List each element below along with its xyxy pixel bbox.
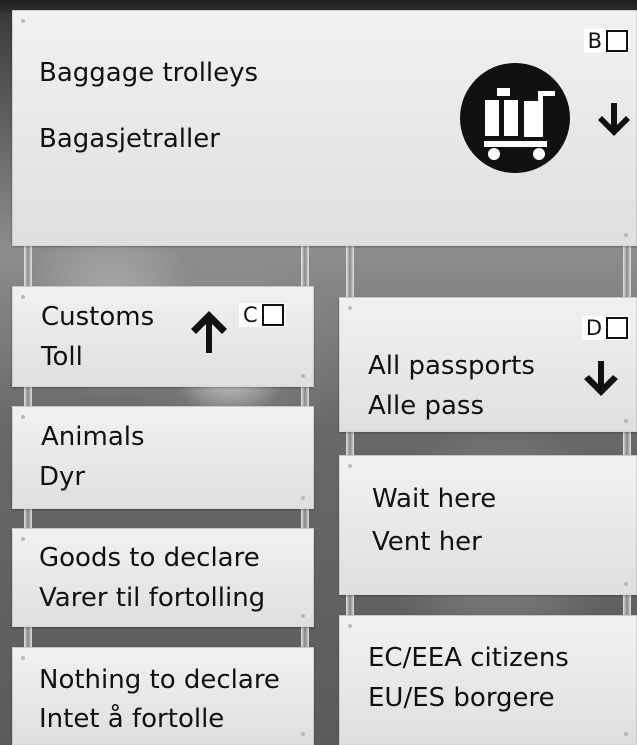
option-b-box[interactable] bbox=[606, 30, 628, 52]
customs-english-label: Customs bbox=[41, 302, 155, 332]
wait-here-english-label: Wait here bbox=[372, 484, 497, 514]
nothing-to-declare-english-label: Nothing to declare bbox=[39, 665, 280, 695]
eea-citizens-norwegian-label: EU/ES borgere bbox=[368, 683, 555, 713]
animals-sign: Animals Dyr bbox=[12, 406, 314, 509]
baggage-trolleys-english-label: Baggage trolleys bbox=[39, 58, 259, 88]
arrow-up-icon bbox=[191, 311, 227, 353]
animals-english-label: Animals bbox=[41, 422, 145, 452]
animals-norwegian-label: Dyr bbox=[39, 462, 86, 492]
option-d-checkbox[interactable]: D bbox=[581, 316, 630, 340]
option-c-letter: C bbox=[243, 303, 258, 327]
customs-sign: Customs Toll C bbox=[12, 286, 314, 387]
all-passports-sign: D All passports Alle pass bbox=[339, 297, 637, 432]
goods-to-declare-sign: Goods to declare Varer til fortolling bbox=[12, 528, 314, 627]
baggage-trolleys-norwegian-label: Bagasjetraller bbox=[39, 124, 220, 154]
all-passports-english-label: All passports bbox=[368, 351, 535, 381]
option-c-checkbox[interactable]: C bbox=[239, 303, 286, 327]
eea-citizens-sign: EC/EEA citizens EU/ES borgere bbox=[339, 615, 637, 745]
goods-to-declare-english-label: Goods to declare bbox=[39, 543, 260, 573]
all-passports-norwegian-label: Alle pass bbox=[368, 391, 485, 421]
nothing-to-declare-norwegian-label: Intet å fortolle bbox=[39, 704, 225, 734]
arrow-down-icon bbox=[598, 103, 630, 136]
baggage-trolley-icon bbox=[460, 63, 570, 173]
option-b-checkbox[interactable]: B bbox=[583, 29, 630, 53]
option-d-box[interactable] bbox=[606, 317, 628, 339]
customs-norwegian-label: Toll bbox=[41, 342, 83, 372]
wait-here-norwegian-label: Vent her bbox=[372, 527, 482, 557]
option-c-box[interactable] bbox=[261, 304, 284, 326]
arrow-down-icon bbox=[584, 361, 618, 396]
option-b-letter: B bbox=[587, 29, 602, 53]
wait-here-sign: Wait here Vent her bbox=[339, 455, 637, 595]
eea-citizens-english-label: EC/EEA citizens bbox=[368, 643, 569, 673]
goods-to-declare-norwegian-label: Varer til fortolling bbox=[39, 583, 266, 613]
baggage-trolleys-sign: Baggage trolleys Bagasjetraller B bbox=[12, 10, 637, 246]
nothing-to-declare-sign: Nothing to declare Intet å fortolle bbox=[12, 647, 314, 745]
option-d-letter: D bbox=[585, 316, 602, 340]
